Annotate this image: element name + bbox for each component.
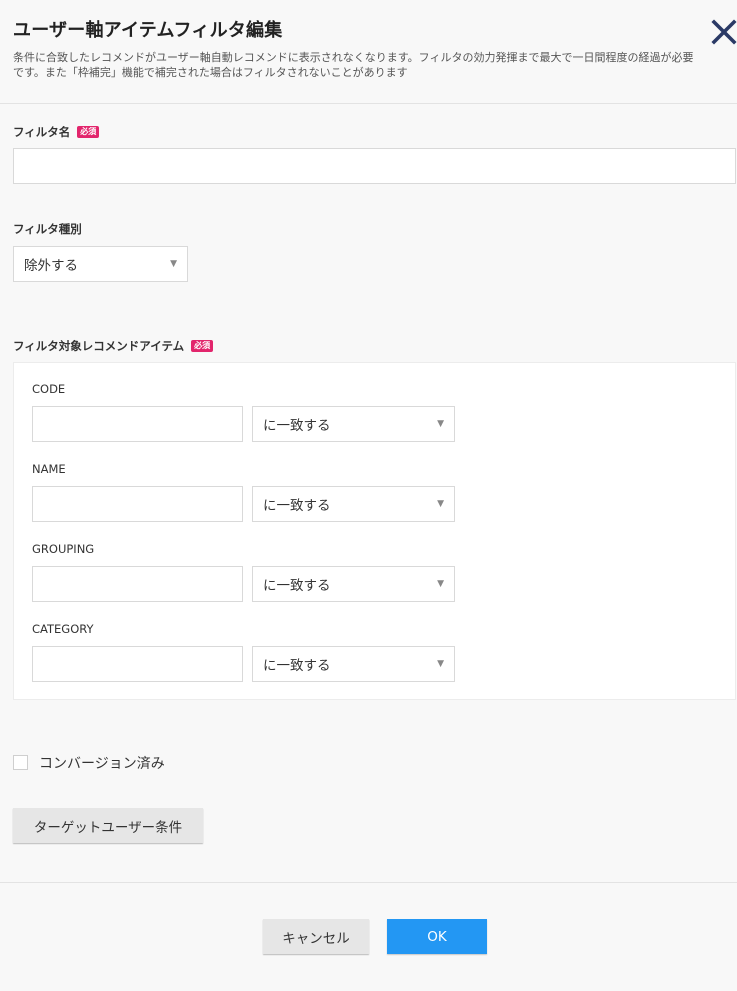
category-input[interactable] bbox=[32, 646, 243, 682]
page-title: ユーザー軸アイテムフィルタ編集 bbox=[13, 20, 283, 41]
filter-name-label: フィルタ名 必須 bbox=[13, 124, 100, 140]
chevron-down-icon: ▼ bbox=[437, 499, 444, 509]
grouping-input[interactable] bbox=[32, 566, 243, 602]
code-match-select[interactable]: に一致する ▼ bbox=[252, 406, 455, 442]
grouping-label: GROUPING bbox=[32, 542, 95, 556]
filter-type-label: フィルタ種別 bbox=[13, 222, 82, 236]
chevron-down-icon: ▼ bbox=[437, 419, 444, 429]
cancel-button[interactable]: キャンセル bbox=[263, 919, 369, 954]
target-items-panel: CODE に一致する ▼ NAME に一致する ▼ GROUPING に一致する… bbox=[13, 362, 736, 700]
filter-name-label-text: フィルタ名 bbox=[13, 125, 71, 139]
footer-divider bbox=[0, 882, 737, 883]
filter-name-input[interactable] bbox=[13, 148, 736, 184]
category-label: CATEGORY bbox=[32, 622, 94, 636]
required-badge: 必須 bbox=[77, 126, 100, 138]
chevron-down-icon: ▼ bbox=[437, 659, 444, 669]
category-match-value: に一致する bbox=[263, 658, 331, 674]
target-user-conditions-button[interactable]: ターゲットユーザー条件 bbox=[13, 808, 203, 843]
category-match-select[interactable]: に一致する ▼ bbox=[252, 646, 455, 682]
filter-type-value: 除外する bbox=[24, 258, 78, 274]
close-button[interactable] bbox=[710, 18, 737, 46]
filter-type-select[interactable]: 除外する ▼ bbox=[13, 246, 188, 282]
grouping-match-value: に一致する bbox=[263, 578, 331, 594]
grouping-match-select[interactable]: に一致する ▼ bbox=[252, 566, 455, 602]
code-input[interactable] bbox=[32, 406, 243, 442]
required-badge: 必須 bbox=[191, 340, 214, 352]
name-match-value: に一致する bbox=[263, 498, 331, 514]
target-items-label-text: フィルタ対象レコメンドアイテム bbox=[13, 339, 185, 353]
code-label: CODE bbox=[32, 382, 66, 396]
target-items-label: フィルタ対象レコメンドアイテム 必須 bbox=[13, 338, 214, 354]
close-icon bbox=[711, 19, 737, 45]
chevron-down-icon: ▼ bbox=[170, 259, 177, 269]
name-match-select[interactable]: に一致する ▼ bbox=[252, 486, 455, 522]
conversion-checkbox[interactable] bbox=[13, 755, 28, 770]
dialog-header: ユーザー軸アイテムフィルタ編集 条件に合致したレコメンドがユーザー軸自動レコメン… bbox=[0, 0, 737, 104]
code-match-value: に一致する bbox=[263, 418, 331, 434]
name-label: NAME bbox=[32, 462, 66, 476]
chevron-down-icon: ▼ bbox=[437, 579, 444, 589]
ok-button[interactable]: OK bbox=[387, 919, 487, 954]
description-text: 条件に合致したレコメンドがユーザー軸自動レコメンドに表示されなくなります。フィル… bbox=[13, 51, 694, 79]
conversion-label[interactable]: コンバージョン済み bbox=[39, 753, 165, 773]
name-input[interactable] bbox=[32, 486, 243, 522]
